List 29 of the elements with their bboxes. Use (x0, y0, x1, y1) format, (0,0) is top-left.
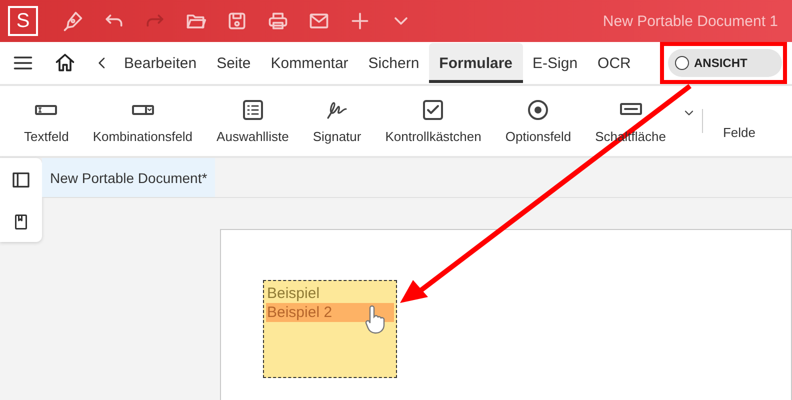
menu-tab[interactable]: Bearbeiten (114, 43, 207, 83)
ribbon-label[interactable]: Felde (722, 124, 756, 140)
list-icon (240, 98, 265, 122)
document-tab[interactable]: New Portable Document* (42, 158, 216, 197)
bookmark-icon[interactable] (12, 212, 30, 230)
ribbon-button[interactable]: Textfeld (12, 98, 81, 144)
plus-icon[interactable] (349, 10, 371, 32)
home-icon[interactable] (54, 52, 76, 74)
menu-tab[interactable]: E-Sign (522, 43, 588, 83)
ribbon-button[interactable]: Kontrollkästchen (373, 98, 494, 144)
ribbon-button[interactable]: Kombinationsfeld (80, 98, 205, 144)
ribbon-button[interactable]: Optionsfeld (493, 98, 584, 144)
ribbon-button[interactable]: Auswahlliste (204, 98, 301, 144)
view-toggle[interactable]: ANSICHT (668, 49, 782, 77)
menu-tab[interactable]: Seite (206, 43, 261, 83)
document-title: New Portable Document 1 (602, 12, 778, 30)
menu-tab[interactable]: Formulare (429, 43, 523, 83)
menu-tab[interactable]: OCR (588, 43, 641, 83)
radio-button-icon (526, 98, 550, 122)
checkbox-icon (421, 98, 446, 122)
app-logo: S (8, 6, 38, 36)
menu-tab[interactable]: Kommentar (260, 43, 358, 83)
print-icon[interactable] (267, 10, 289, 32)
hand-cursor-icon (364, 305, 386, 335)
ribbon-button[interactable]: Signatur (300, 98, 374, 144)
save-icon[interactable] (226, 10, 248, 32)
menu-tab[interactable]: Sichern (358, 43, 430, 83)
panel-icon[interactable] (11, 170, 31, 190)
pen-icon[interactable] (62, 10, 84, 32)
